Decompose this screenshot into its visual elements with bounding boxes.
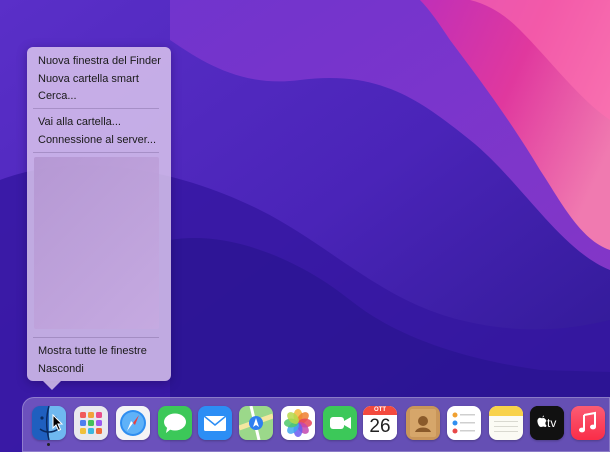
menu-separator <box>33 108 159 109</box>
running-indicator <box>47 443 50 446</box>
safari-icon <box>116 406 150 440</box>
launchpad-icon <box>74 406 108 440</box>
calendar-day: 26 <box>369 416 391 437</box>
menu-separator <box>33 152 159 153</box>
dock-app-reminders[interactable] <box>447 406 481 440</box>
reminders-icon <box>447 406 481 440</box>
calendar-month: OTT <box>374 407 386 413</box>
facetime-icon <box>323 406 357 440</box>
contacts-icon <box>406 406 440 440</box>
menu-item-search[interactable]: Cerca... <box>38 89 77 103</box>
mail-icon <box>198 406 232 440</box>
finder-context-menu: Nuova finestra del Finder Nuova cartella… <box>27 47 171 390</box>
notes-icon <box>489 406 523 440</box>
mouse-cursor-icon <box>52 414 64 432</box>
dock-app-photos[interactable] <box>281 406 315 440</box>
maps-icon <box>239 406 273 440</box>
dock-app-safari[interactable] <box>116 406 150 440</box>
menu-item-connect-to-server[interactable]: Connessione al server... <box>38 133 156 147</box>
dock-app-facetime[interactable] <box>323 406 357 440</box>
music-icon <box>571 406 605 440</box>
menu-item-new-smart-folder[interactable]: Nuova cartella smart <box>38 72 139 86</box>
dock-app-mail[interactable] <box>198 406 232 440</box>
dock-app-apple-tv[interactable]: tv <box>530 406 564 440</box>
dock-app-contacts[interactable] <box>406 406 440 440</box>
menu-separator <box>33 337 159 338</box>
dock-app-calendar[interactable]: OTT 26 <box>363 406 397 440</box>
menu-item-new-finder-window[interactable]: Nuova finestra del Finder <box>38 54 161 68</box>
dock-app-notes[interactable] <box>489 406 523 440</box>
dock-app-music[interactable] <box>571 406 605 440</box>
messages-icon <box>158 406 192 440</box>
apple-tv-label: tv <box>547 416 557 430</box>
window-preview-thumbnail[interactable] <box>34 157 159 329</box>
photos-icon <box>281 406 315 440</box>
menu-item-hide[interactable]: Nascondi <box>38 362 84 376</box>
menu-item-show-all-windows[interactable]: Mostra tutte le finestre <box>38 344 147 358</box>
menu-item-go-to-folder[interactable]: Vai alla cartella... <box>38 115 121 129</box>
dock-app-messages[interactable] <box>158 406 192 440</box>
dock-app-maps[interactable] <box>239 406 273 440</box>
dock-app-launchpad[interactable] <box>74 406 108 440</box>
